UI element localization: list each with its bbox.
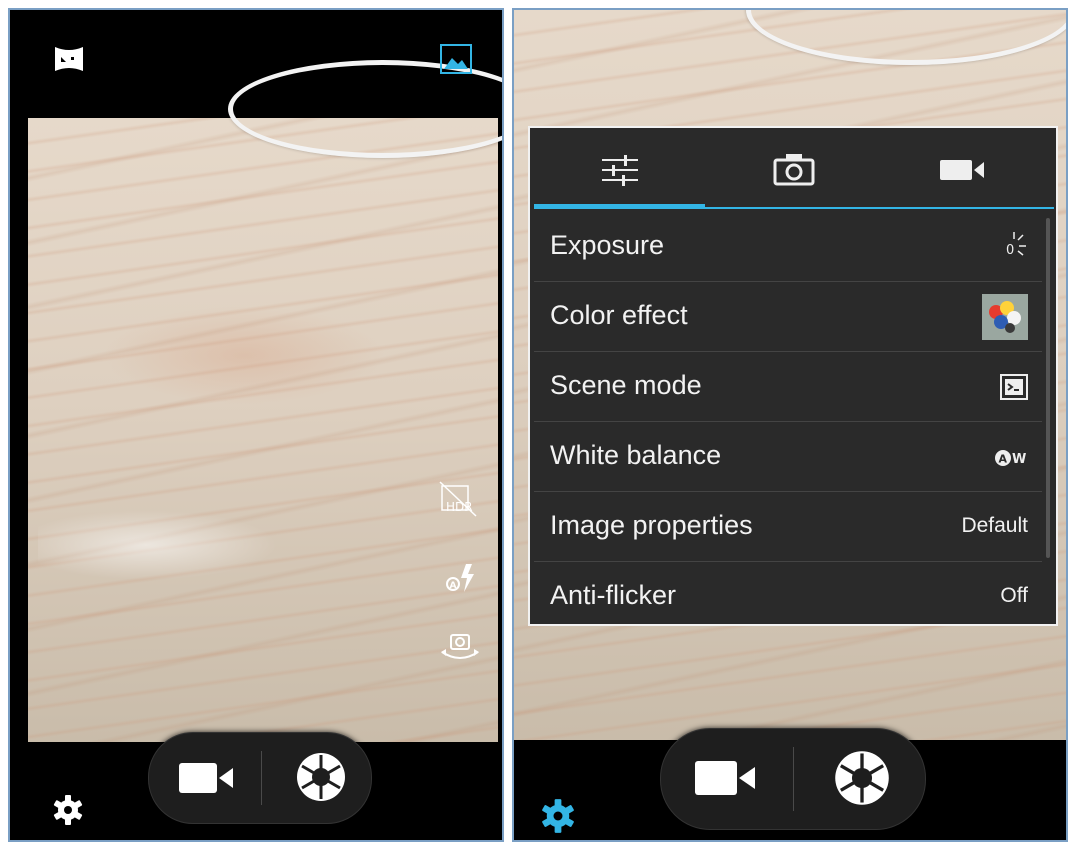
menu-item-exposure[interactable]: Exposure 0 [534,212,1042,282]
capture-controls [660,728,926,830]
svg-text:A: A [999,453,1008,466]
settings-gear-icon[interactable] [52,794,84,826]
menu-item-anti-flicker[interactable]: Anti-flicker Off [534,562,1042,624]
settings-menu: Exposure 0 Color effect Scene mode White… [528,126,1058,626]
menu-scrollbar[interactable] [1046,218,1050,558]
menu-item-label: Exposure [550,230,665,260]
cable-in-view [228,60,502,158]
scene-mode-icon [1000,374,1028,405]
menu-item-label: Color effect [550,300,688,330]
menu-item-color-effect[interactable]: Color effect [534,282,1042,352]
menu-item-value: Default [961,514,1028,537]
menu-item-label: Anti-flicker [550,580,677,610]
svg-text:0: 0 [1006,243,1014,258]
settings-tabs [530,128,1056,212]
tab-general-settings[interactable] [534,128,709,212]
svg-text:A: A [450,581,457,591]
video-camera-icon [940,158,984,182]
gallery-icon[interactable] [440,44,472,74]
exposure-icon: 0 [1000,230,1028,265]
tab-active-indicator [534,204,705,209]
svg-text:W: W [1012,452,1026,467]
flash-auto-icon[interactable]: A [442,560,478,596]
divider [793,747,794,811]
shutter-icon[interactable] [295,751,347,803]
tab-camera-settings[interactable] [709,128,884,212]
camera-screen-left: HDR A [8,8,504,842]
divider [261,751,262,805]
switch-camera-icon[interactable] [438,632,482,664]
menu-item-label: Image properties [550,510,753,540]
tab-video-settings[interactable] [884,128,1056,212]
auto-white-balance-icon: A W [994,448,1028,473]
video-camera-icon[interactable] [695,761,755,795]
menu-item-label: Scene mode [550,370,702,400]
menu-item-scene-mode[interactable]: Scene mode [534,352,1042,422]
preview-glare [38,510,278,580]
menu-item-label: White balance [550,440,722,470]
menu-item-value: Off [1000,584,1028,607]
panorama-icon[interactable] [52,44,86,74]
svg-text:HDR: HDR [446,500,473,514]
camera-icon [773,152,815,186]
hdr-off-icon[interactable]: HDR [438,480,480,518]
viewfinder-preview [28,60,502,742]
video-camera-icon[interactable] [179,763,233,793]
shutter-icon[interactable] [833,749,891,807]
sliders-icon [600,152,640,188]
settings-gear-icon[interactable] [540,798,576,834]
camera-screen-right: Exposure 0 Color effect Scene mode White… [512,8,1068,842]
menu-item-image-properties[interactable]: Image properties Default [534,492,1042,562]
capture-controls [148,732,372,824]
menu-item-white-balance[interactable]: White balance A W [534,422,1042,492]
cable-in-view [746,10,1066,65]
color-effect-thumbnail [982,294,1028,345]
